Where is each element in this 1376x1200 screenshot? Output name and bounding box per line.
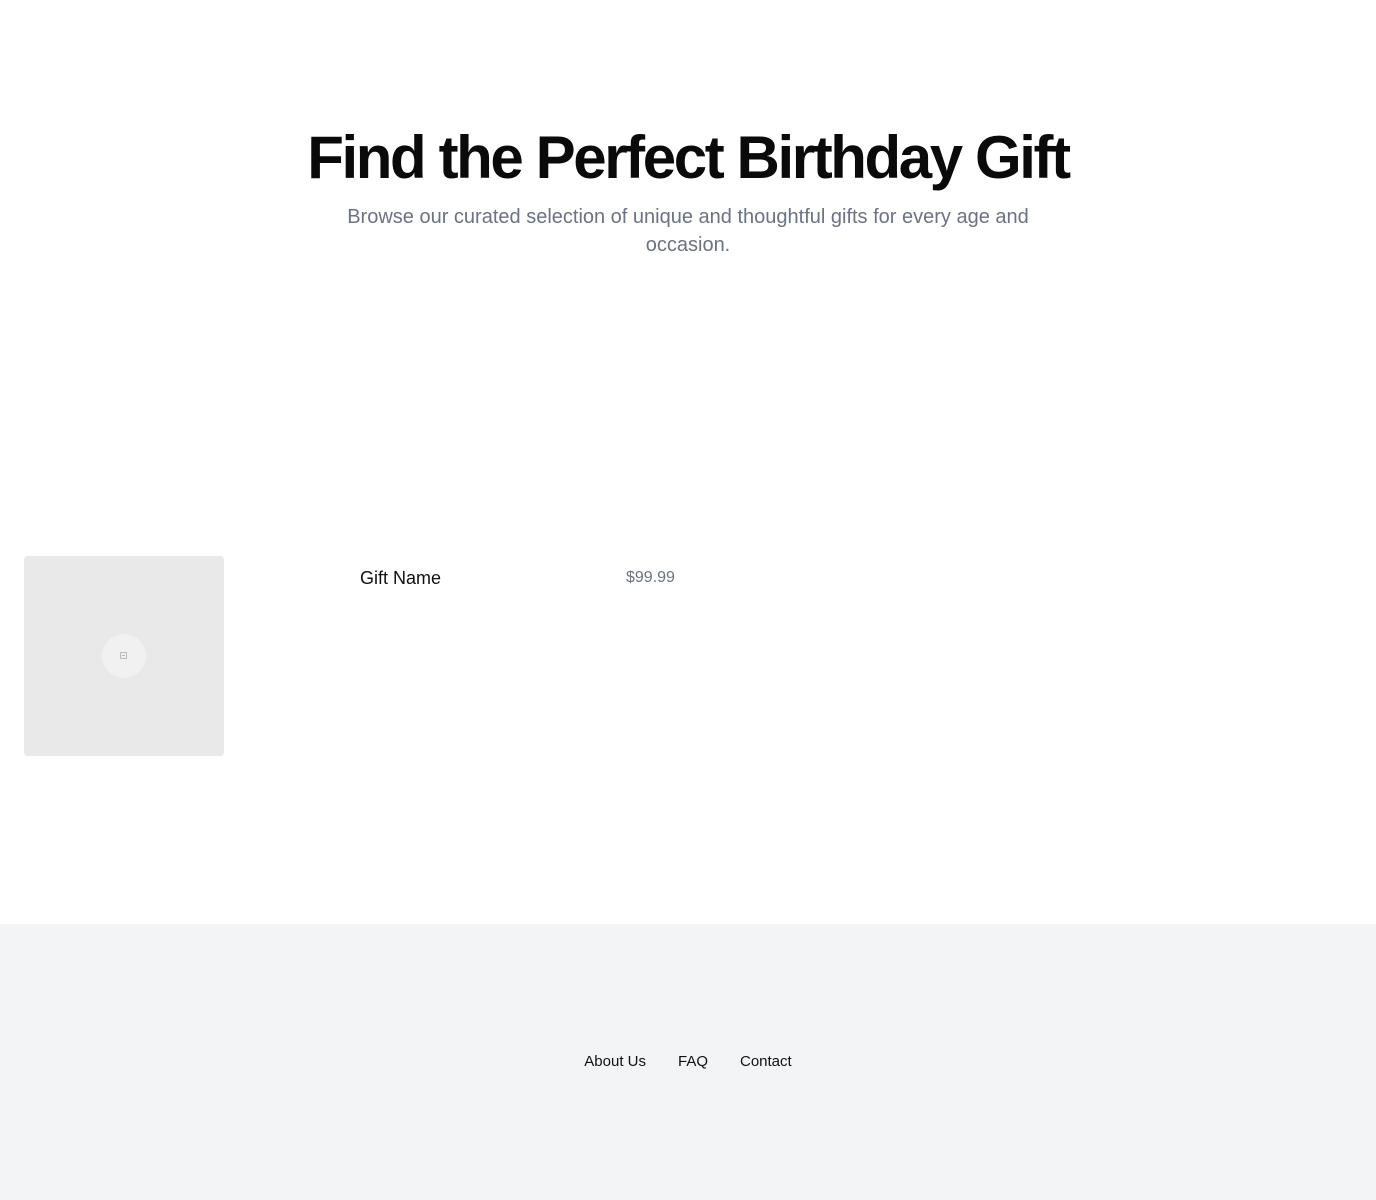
product-name[interactable]: Gift Name (360, 566, 441, 590)
footer: About Us FAQ Contact (0, 924, 1376, 1200)
image-placeholder-icon (120, 652, 127, 659)
page: Find the Perfect Birthday Gift Browse ou… (0, 0, 1376, 1200)
footer-link-faq[interactable]: FAQ (678, 1052, 708, 1072)
footer-nav: About Us FAQ Contact (0, 1052, 1376, 1072)
page-title: Find the Perfect Birthday Gift (307, 124, 1071, 191)
hero-subtitle: Browse our curated selection of unique a… (347, 206, 1029, 256)
product-card[interactable]: Gift Name $99.99 (24, 556, 704, 756)
product-image[interactable] (24, 556, 224, 756)
footer-link-contact[interactable]: Contact (740, 1052, 792, 1072)
footer-link-about-us[interactable]: About Us (584, 1052, 646, 1072)
product-price: $99.99 (626, 569, 675, 586)
